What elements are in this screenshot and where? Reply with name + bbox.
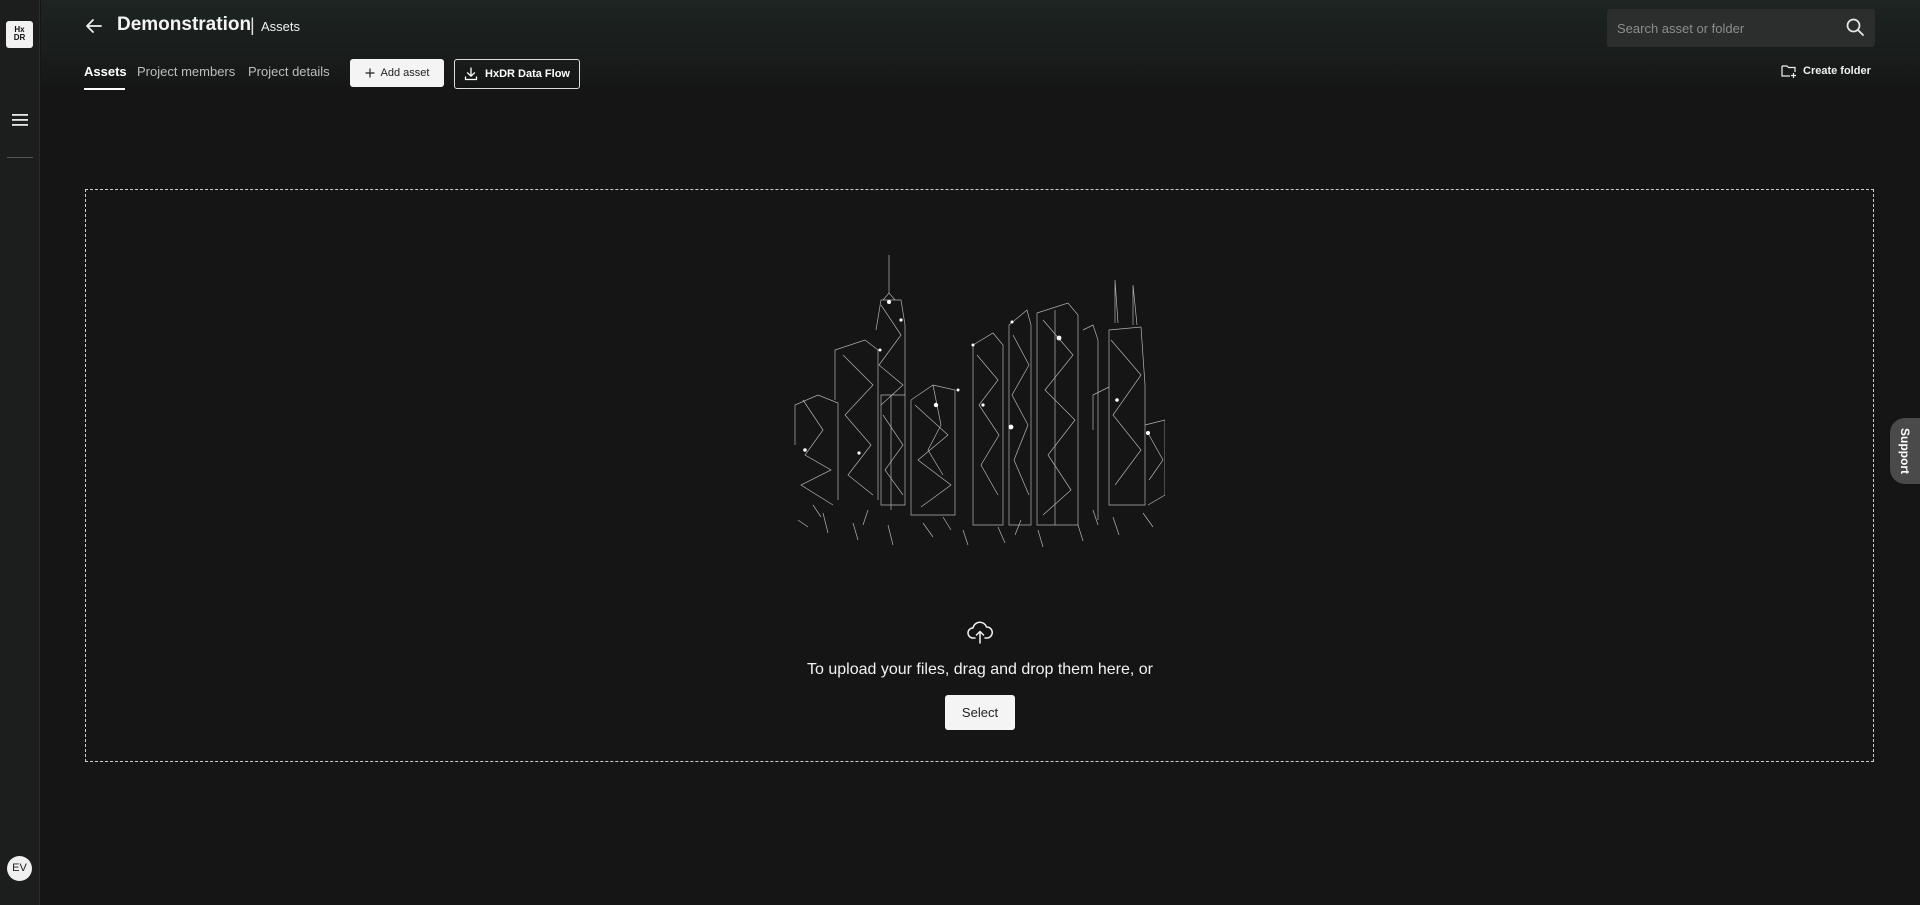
tab-project-members[interactable]: Project members (137, 64, 235, 79)
back-arrow-icon[interactable] (84, 16, 104, 36)
search-input[interactable] (1617, 18, 1837, 38)
sidebar-divider (7, 157, 33, 158)
tab-assets[interactable]: Assets (84, 64, 127, 79)
folder-plus-icon (1781, 65, 1796, 78)
plus-icon (365, 68, 375, 78)
hamburger-menu-icon[interactable] (10, 110, 30, 130)
download-icon (464, 67, 478, 81)
support-tab[interactable]: Support (1890, 418, 1920, 484)
hxdr-data-flow-button[interactable]: HxDR Data Flow (454, 59, 580, 89)
logo-line-2: DR (13, 33, 26, 42)
create-folder-button[interactable]: Create folder (1781, 64, 1871, 78)
tab-project-details[interactable]: Project details (248, 64, 330, 79)
add-asset-button[interactable]: Add asset (350, 59, 444, 87)
sidebar: Hx DR EV (0, 0, 40, 905)
title-separator: | (250, 15, 255, 35)
support-label: Support (1898, 428, 1912, 474)
active-tab-indicator (84, 88, 125, 90)
upload-instructions: To upload your files, drag and drop them… (807, 661, 1153, 678)
data-flow-label: HxDR Data Flow (485, 68, 570, 80)
create-folder-label: Create folder (1803, 65, 1871, 77)
city-skyline-illustration (794, 255, 1165, 548)
hxdr-logo[interactable]: Hx DR (6, 21, 33, 48)
page-subtitle: Assets (261, 19, 301, 34)
add-asset-label: Add asset (380, 67, 430, 79)
page-title: Demonstration (117, 14, 252, 35)
user-avatar[interactable]: EV (7, 856, 32, 881)
cloud-upload-icon (967, 621, 993, 644)
select-files-button[interactable]: Select (945, 695, 1015, 730)
search-icon[interactable] (1845, 17, 1865, 37)
